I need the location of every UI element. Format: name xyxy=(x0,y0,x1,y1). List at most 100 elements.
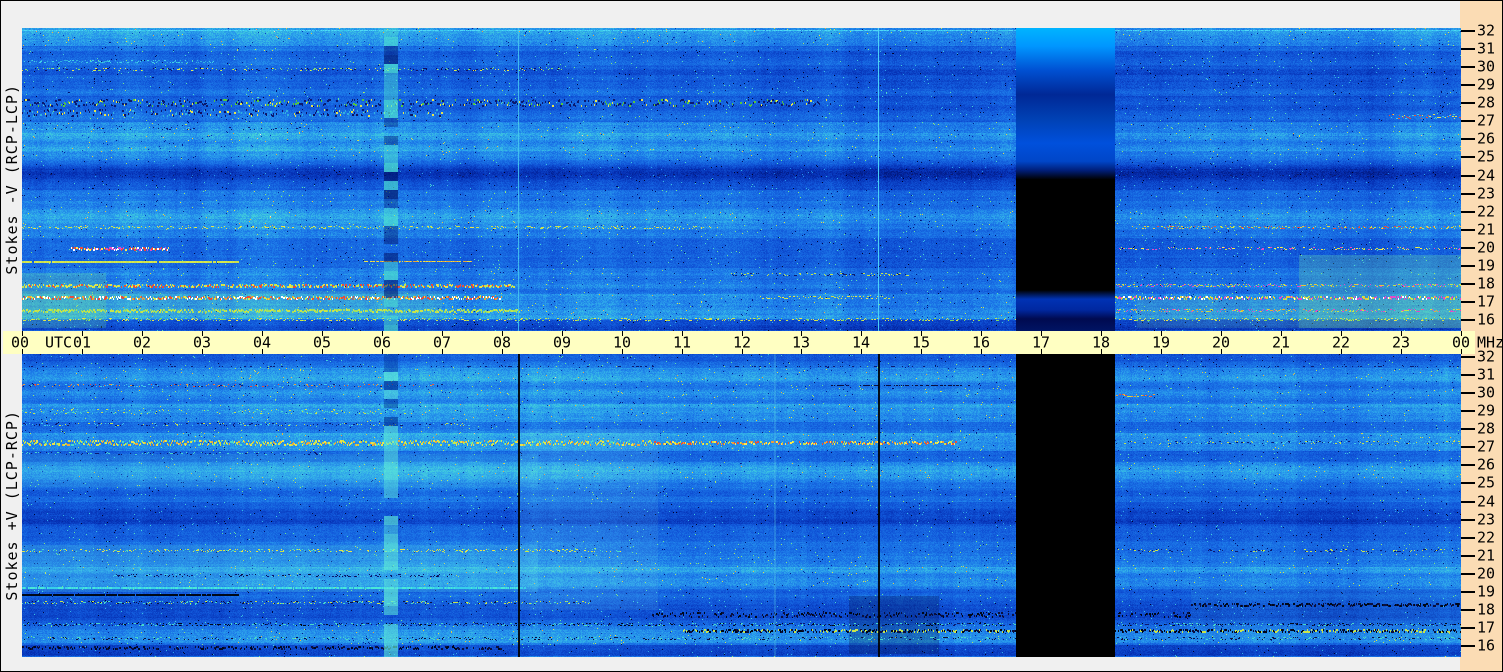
freq-tick-dash xyxy=(1461,210,1475,213)
bottom-margin xyxy=(2,657,1460,671)
freq-tick-label: 22 xyxy=(1477,202,1496,221)
freq-tick-label: 32 xyxy=(1477,21,1496,40)
freq-tick-label: 29 xyxy=(1477,401,1496,420)
hour-label: 14 xyxy=(851,333,871,351)
freq-tick-label: 25 xyxy=(1477,147,1496,166)
freq-tick-dash xyxy=(1461,464,1475,467)
freq-tick-dash xyxy=(1461,246,1475,249)
hour-label: 15 xyxy=(911,333,931,351)
freq-tick-dash xyxy=(1461,47,1475,50)
stokes-minus-v-axis-label: Stokes -V (RCP-LCP) xyxy=(3,84,21,275)
freq-tick-dash xyxy=(1461,500,1475,503)
freq-tick-dash xyxy=(1461,228,1475,231)
freq-tick-dash xyxy=(1461,29,1475,32)
freq-tick-dash xyxy=(1461,192,1475,195)
hour-label: 04 xyxy=(252,333,272,351)
hour-label: 10 xyxy=(612,333,632,351)
freq-tick-label: 32 xyxy=(1477,347,1496,366)
freq-tick-dash xyxy=(1461,283,1475,286)
freq-tick-dash xyxy=(1461,84,1475,86)
freq-tick-dash xyxy=(1461,355,1475,358)
freq-tick-label: 21 xyxy=(1477,546,1496,565)
freq-tick-dash xyxy=(1461,138,1475,141)
freq-tick-label: 31 xyxy=(1477,39,1496,58)
freq-tick-label: 30 xyxy=(1477,383,1496,402)
hour-label: 08 xyxy=(492,333,512,351)
hour-label: 02 xyxy=(132,333,152,351)
hour-label: 18 xyxy=(1091,333,1111,351)
freq-tick-dash xyxy=(1461,410,1475,412)
hour-label: 06 xyxy=(372,333,392,351)
freq-tick-dash xyxy=(1461,591,1475,593)
hour-label: 00 xyxy=(11,333,30,351)
freq-tick-dash xyxy=(1461,446,1475,449)
freq-tick-label: 26 xyxy=(1477,129,1496,148)
stokes-plus-v-axis-label: Stokes +V (LCP-RCP) xyxy=(3,410,21,601)
hour-label: 22 xyxy=(1331,333,1351,351)
freq-tick-dash xyxy=(1461,554,1475,557)
freq-tick-dash xyxy=(1461,301,1475,304)
freq-tick-dash xyxy=(1461,536,1475,539)
freq-tick-label: 27 xyxy=(1477,111,1496,130)
spectrogram-top-panel xyxy=(22,28,1461,331)
freq-tick-dash xyxy=(1461,120,1475,123)
hour-label: 19 xyxy=(1151,333,1171,351)
hour-label: 07 xyxy=(432,333,452,351)
utc-label: UTC xyxy=(45,333,73,351)
freq-tick-label: 17 xyxy=(1477,292,1496,311)
freq-tick-label: 23 xyxy=(1477,510,1496,529)
freq-tick-label: 19 xyxy=(1477,256,1496,275)
freq-tick-dash xyxy=(1461,65,1475,68)
freq-tick-dash xyxy=(1461,156,1475,159)
freq-tick-dash xyxy=(1461,428,1475,431)
time-axis: 00 UTC 01 02 03 04 05 06 07 08 09 10 11 12 13 14 15 16 17 1… xyxy=(1,331,1502,354)
freq-tick-label: 16 xyxy=(1477,636,1496,655)
freq-tick-label: 18 xyxy=(1477,600,1496,619)
hour-label: 21 xyxy=(1271,333,1291,351)
freq-tick-dash xyxy=(1461,518,1475,521)
dps-viewer-window: AJ4CO Observatory 30 May 2021 - DPS on T… xyxy=(0,0,1503,672)
freq-tick-dash xyxy=(1461,627,1475,630)
freq-tick-dash xyxy=(1461,102,1475,105)
freq-tick-dash xyxy=(1461,645,1475,648)
freq-tick-dash xyxy=(1461,609,1475,612)
hour-label: 16 xyxy=(971,333,991,351)
freq-tick-dash xyxy=(1461,391,1475,394)
freq-tick-label: 21 xyxy=(1477,220,1496,239)
freq-tick-dash xyxy=(1461,373,1475,376)
freq-tick-label: 27 xyxy=(1477,437,1496,456)
freq-tick-label: 20 xyxy=(1477,238,1496,257)
freq-tick-label: 19 xyxy=(1477,582,1496,601)
freq-tick-label: 29 xyxy=(1477,75,1496,94)
hour-label: 13 xyxy=(791,333,811,351)
title-bar: AJ4CO Observatory 30 May 2021 - DPS on T… xyxy=(2,1,1460,48)
freq-tick-label: 24 xyxy=(1477,492,1496,510)
freq-tick-dash xyxy=(1461,319,1475,322)
hour-label: 05 xyxy=(312,333,332,351)
freq-tick-dash xyxy=(1461,482,1475,485)
freq-tick-label: 20 xyxy=(1477,564,1496,583)
hour-label: 17 xyxy=(1031,333,1051,351)
freq-tick-label: 31 xyxy=(1477,365,1496,384)
freq-tick-label: 28 xyxy=(1477,93,1496,112)
freq-tick-label: 25 xyxy=(1477,473,1496,492)
frequency-tick-labels: 32 31 30 29 28 27 26 25 24 23 22 21 20 19 18 17 16 32 31 30… xyxy=(1460,1,1502,671)
freq-tick-dash xyxy=(1461,572,1475,575)
hour-label: 01 xyxy=(72,333,92,351)
hour-label: 23 xyxy=(1391,333,1411,351)
freq-tick-label: 18 xyxy=(1477,274,1496,293)
freq-tick-dash xyxy=(1461,265,1475,267)
hour-label: 09 xyxy=(552,333,572,351)
freq-tick-label: 28 xyxy=(1477,419,1496,438)
hour-label: 12 xyxy=(732,333,752,351)
freq-tick-label: 22 xyxy=(1477,528,1496,547)
hour-label: 03 xyxy=(192,333,212,351)
freq-tick-label: 16 xyxy=(1477,310,1496,329)
hour-label: 20 xyxy=(1211,333,1231,351)
freq-tick-label: 23 xyxy=(1477,184,1496,203)
freq-tick-label: 26 xyxy=(1477,455,1496,474)
freq-tick-dash xyxy=(1461,174,1475,177)
freq-tick-label: 17 xyxy=(1477,618,1496,637)
freq-tick-label: 30 xyxy=(1477,57,1496,76)
hour-label: 11 xyxy=(672,333,692,351)
